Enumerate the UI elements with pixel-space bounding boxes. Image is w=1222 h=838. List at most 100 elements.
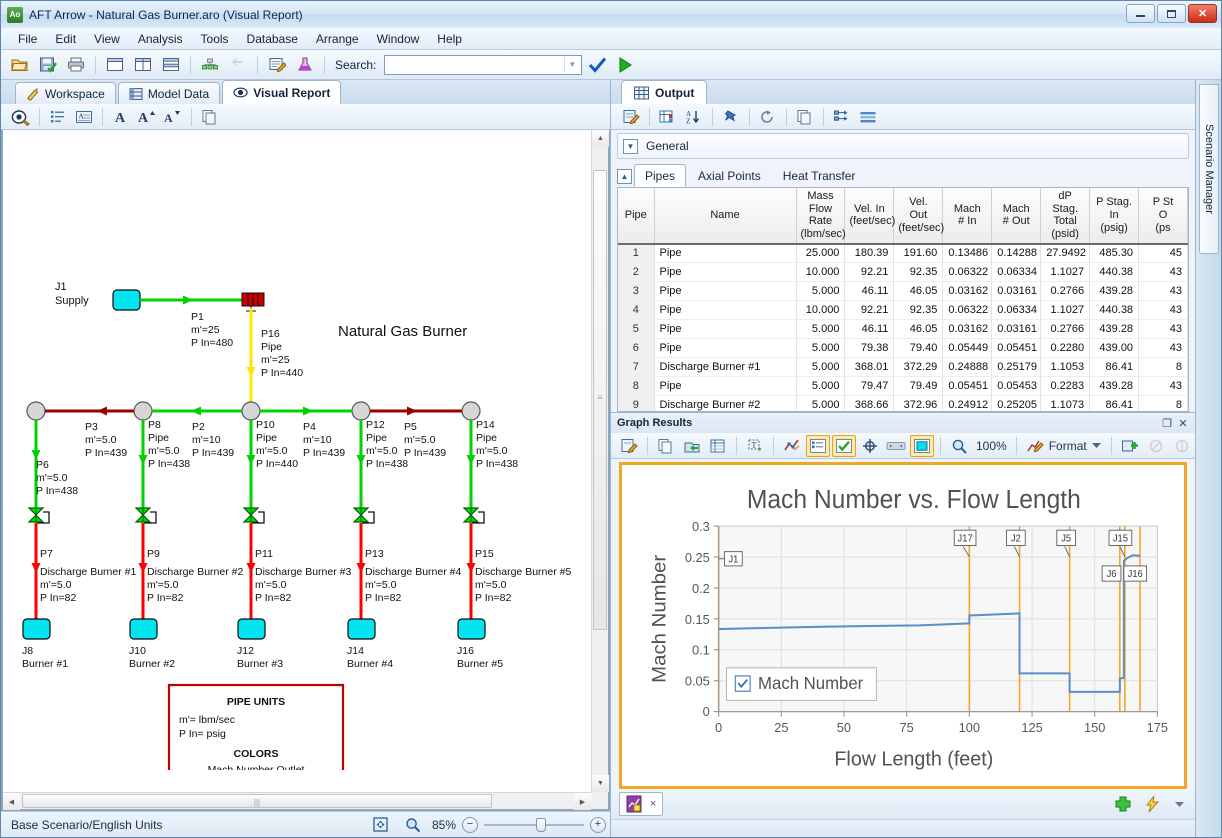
font-grow-icon[interactable]: A (135, 106, 159, 128)
col-header-mach-out[interactable]: Mach # Out (992, 188, 1041, 244)
col-header-vel-in[interactable]: Vel. In (feet/sec) (845, 188, 894, 244)
col-header-p-stag-out[interactable]: P St O (ps (1139, 188, 1188, 244)
col-header-mass-flow-rate[interactable]: Mass Flow Rate (lbm/sec) (796, 188, 845, 244)
close-button[interactable]: ✕ (1188, 4, 1217, 23)
open-icon[interactable] (7, 53, 33, 77)
menu-analysis[interactable]: Analysis (129, 30, 192, 48)
graph-close-button[interactable]: ✕ (1175, 415, 1191, 431)
collapse-table-icon[interactable]: ▲ (617, 169, 632, 184)
transfer-results-icon[interactable] (830, 106, 854, 128)
edit-output-icon[interactable] (619, 106, 643, 128)
search-field-wrapper[interactable]: ▼ (384, 55, 582, 75)
checkbox-icon[interactable] (832, 435, 856, 457)
chevron-down-icon[interactable] (1171, 793, 1187, 815)
general-section-bar[interactable]: ▼ General (617, 133, 1189, 159)
chart-area[interactable]: Mach Number vs. Flow Length (619, 462, 1187, 789)
menu-arrange[interactable]: Arrange (307, 30, 368, 48)
subtab-heat-transfer[interactable]: Heat Transfer (773, 165, 866, 187)
col-header-dp-stag-total[interactable]: dP Stag. Total (psid) (1041, 188, 1090, 244)
col-header-name[interactable]: Name (654, 188, 796, 244)
list-options-icon[interactable] (46, 106, 70, 128)
zoom-slider[interactable] (484, 818, 584, 832)
expand-general-icon[interactable]: ▼ (623, 139, 638, 154)
minimize-button[interactable] (1126, 4, 1155, 23)
vertical-scroll-thumb[interactable]: ≡ (593, 170, 607, 630)
tab-visual-report[interactable]: Visual Report (222, 80, 341, 104)
chevron-down-icon[interactable] (1089, 435, 1105, 457)
subtab-pipes[interactable]: Pipes (634, 164, 686, 187)
graph-restore-button[interactable]: ❐ (1159, 415, 1175, 431)
quick-graph-icon[interactable] (1141, 793, 1165, 815)
menu-view[interactable]: View (85, 30, 129, 48)
canvas-vertical-scrollbar[interactable]: ▲ ≡ ▼ (591, 130, 608, 792)
output-table-icon[interactable] (656, 106, 680, 128)
chevron-down-icon[interactable]: ▼ (564, 57, 579, 73)
canvas-horizontal-scrollbar[interactable]: ◀ ||| ▶ (3, 792, 591, 809)
run-model-button[interactable] (612, 53, 638, 77)
graph-format-label[interactable]: Format (1049, 439, 1087, 453)
sort-az-icon[interactable]: AZ (682, 106, 706, 128)
fluid-flask-icon[interactable] (292, 53, 318, 77)
menu-file[interactable]: File (9, 30, 46, 48)
copy-icon[interactable] (793, 106, 817, 128)
scenario-manager-tab[interactable]: Scenario Manager (1199, 84, 1219, 254)
menu-tools[interactable]: Tools (192, 30, 238, 48)
tab-model-data[interactable]: Model Data (118, 82, 220, 104)
magnifier-icon[interactable] (947, 435, 971, 457)
horizontal-split-icon[interactable] (158, 53, 184, 77)
legend-icon[interactable] (806, 435, 830, 457)
zoom-slider-knob[interactable] (536, 818, 546, 832)
show-data-icon[interactable] (706, 435, 730, 457)
notes-icon[interactable] (264, 53, 290, 77)
scroll-left-icon[interactable]: ◀ (3, 793, 20, 810)
menu-window[interactable]: Window (368, 30, 429, 48)
scroll-right-icon[interactable]: ▶ (574, 793, 591, 810)
tab-workspace[interactable]: Workspace (15, 82, 116, 104)
horizontal-scroll-thumb[interactable]: ||| (22, 794, 492, 808)
visual-report-palette-icon[interactable] (9, 106, 33, 128)
format-pencil-icon[interactable] (1023, 435, 1047, 457)
export-icon[interactable] (680, 435, 704, 457)
vertical-split-icon[interactable] (130, 53, 156, 77)
refresh-icon[interactable] (756, 106, 780, 128)
crosshair-icon[interactable] (858, 435, 882, 457)
font-shrink-icon[interactable]: A (161, 106, 185, 128)
maximize-button[interactable] (1157, 4, 1186, 23)
zoom-out-button[interactable]: − (462, 817, 478, 833)
add-plus-icon[interactable] (1111, 793, 1135, 815)
save-icon[interactable] (35, 53, 61, 77)
print-icon[interactable] (63, 53, 89, 77)
search-input[interactable] (385, 57, 564, 73)
font-icon[interactable]: A (109, 106, 133, 128)
menu-edit[interactable]: Edit (46, 30, 85, 48)
graph-params-icon[interactable] (780, 435, 804, 457)
pan-icon[interactable] (884, 435, 908, 457)
text-box-icon[interactable]: A (72, 106, 96, 128)
output-table-wrapper[interactable]: Pipe Name Mass Flow Rate (lbm/sec) Vel. … (617, 187, 1189, 412)
col-header-pipe[interactable]: Pipe (618, 188, 654, 244)
menu-help[interactable]: Help (428, 30, 471, 48)
edit-graph-icon[interactable] (617, 435, 641, 457)
single-pane-icon[interactable] (102, 53, 128, 77)
magnifier-icon[interactable] (400, 813, 426, 837)
graph-tab-chip[interactable]: × (619, 792, 663, 816)
col-header-mach-in[interactable]: Mach # In (943, 188, 992, 244)
menu-database[interactable]: Database (238, 30, 307, 48)
color-fill-icon[interactable] (910, 435, 934, 457)
add-text-icon[interactable]: T (743, 435, 767, 457)
visual-report-canvas[interactable]: J1 Supply P1 m'=25 P In=480 (3, 130, 591, 792)
zoom-in-button[interactable]: + (590, 817, 606, 833)
tab-output[interactable]: Output (621, 80, 707, 104)
col-header-p-stag-in[interactable]: P Stag. In (psig) (1090, 188, 1139, 244)
scroll-down-icon[interactable]: ▼ (592, 775, 609, 792)
copy-icon[interactable] (654, 435, 678, 457)
model-tree-icon[interactable] (197, 53, 223, 77)
subtab-axial-points[interactable]: Axial Points (688, 165, 771, 187)
pin-icon[interactable] (719, 106, 743, 128)
add-graph-icon[interactable] (1118, 435, 1142, 457)
copy-icon[interactable] (198, 106, 222, 128)
col-header-vel-out[interactable]: Vel. Out (feet/sec) (894, 188, 943, 244)
fit-to-window-icon[interactable] (368, 813, 394, 837)
check-model-button[interactable] (584, 53, 610, 77)
scroll-up-icon[interactable]: ▲ (592, 130, 609, 147)
